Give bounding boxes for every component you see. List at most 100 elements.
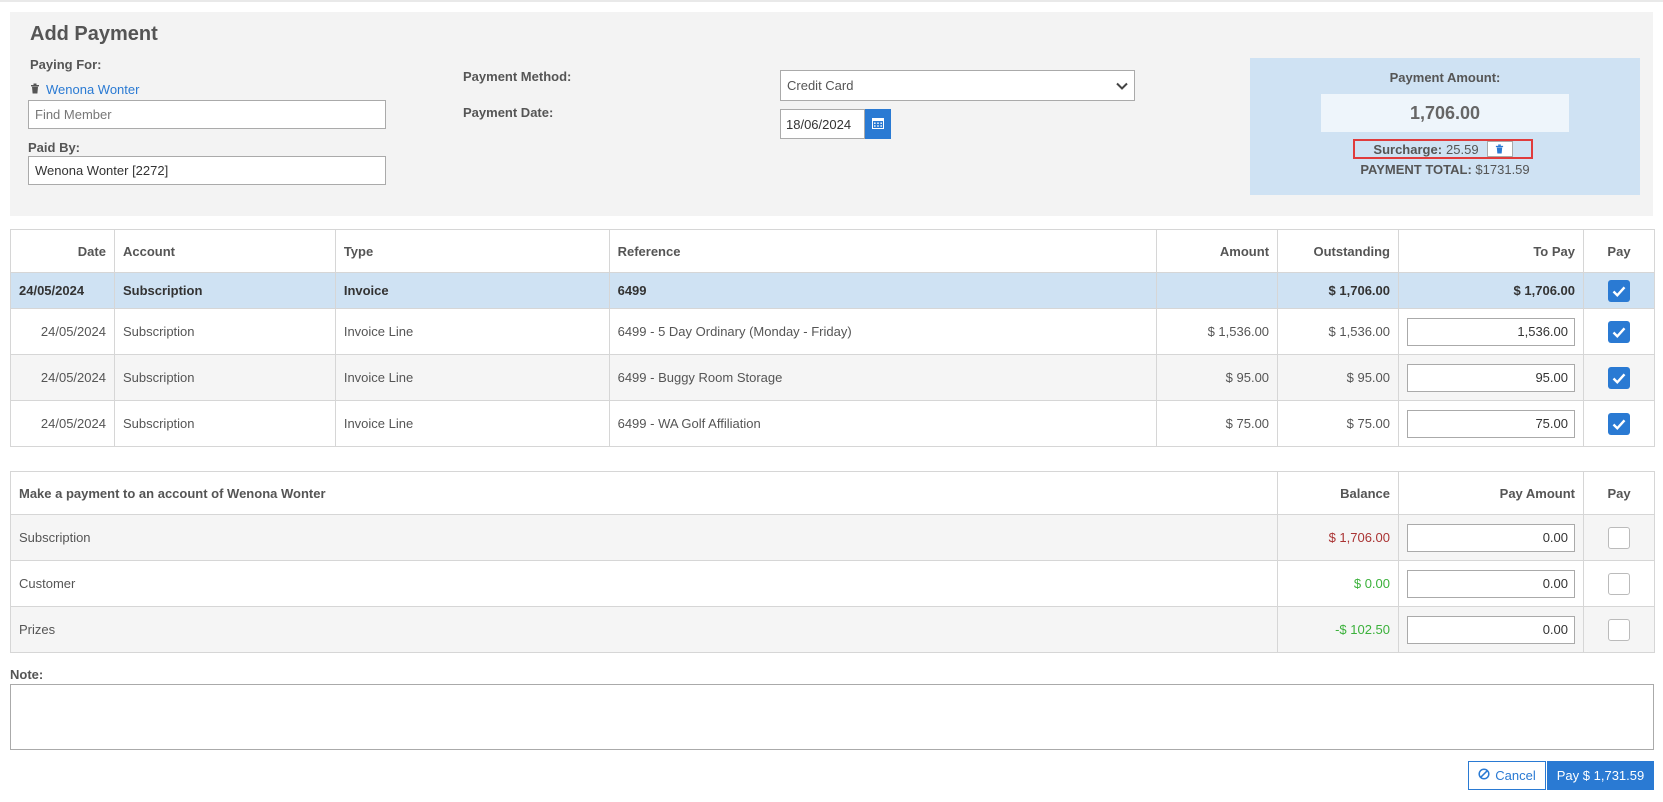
line-date: 24/05/2024 — [10, 354, 115, 401]
paid-by-input[interactable] — [28, 156, 386, 185]
account-payment-table: Make a payment to an account of Wenona W… — [9, 471, 1655, 653]
line-reference: 6499 - Buggy Room Storage — [608, 354, 1158, 401]
line-amount: $ 95.00 — [1156, 354, 1279, 401]
table-row[interactable]: Prizes -$ 102.50 — [9, 606, 1655, 653]
payment-header-panel: Add Payment Paying For: Wenona Wonter Pa… — [10, 12, 1653, 216]
col-type[interactable]: Type — [334, 229, 610, 273]
table-row[interactable]: 24/05/2024 Subscription Invoice Line 649… — [10, 400, 1655, 447]
line-outstanding: $ 1,536.00 — [1277, 308, 1399, 355]
col-account-name: Make a payment to an account of Wenona W… — [9, 471, 1279, 515]
table-row[interactable]: 24/05/2024 Subscription Invoice Line 649… — [10, 354, 1655, 401]
line-to-pay-cell — [1398, 400, 1584, 447]
note-textarea[interactable] — [10, 684, 1654, 750]
invoice-account: Subscription — [113, 272, 336, 309]
invoice-outstanding: $ 1,706.00 — [1277, 272, 1399, 309]
account-pay-checkbox[interactable] — [1608, 526, 1630, 549]
chevron-down-icon — [1116, 78, 1128, 93]
line-account: Subscription — [113, 400, 336, 447]
pay-label: Pay $ 1,731.59 — [1556, 768, 1645, 783]
invoice-to-pay: $ 1,706.00 — [1398, 272, 1584, 309]
line-type: Invoice Line — [334, 308, 610, 355]
top-divider — [0, 0, 1663, 2]
payment-amount-label: Payment Amount: — [1389, 70, 1501, 85]
line-type: Invoice Line — [334, 354, 610, 401]
col-amount[interactable]: Amount — [1156, 229, 1279, 273]
line-to-pay-cell — [1398, 308, 1584, 355]
col-outstanding[interactable]: Outstanding — [1277, 229, 1399, 273]
to-pay-input[interactable] — [1407, 363, 1575, 392]
cancel-button[interactable]: Cancel — [1468, 761, 1546, 790]
checkmark-icon — [1612, 372, 1626, 384]
paying-for-member[interactable]: Wenona Wonter — [30, 82, 139, 97]
line-outstanding: $ 75.00 — [1277, 400, 1399, 447]
calendar-button[interactable] — [865, 109, 891, 139]
col-to-pay[interactable]: To Pay — [1398, 229, 1584, 273]
page-title: Add Payment — [30, 23, 158, 45]
col-reference[interactable]: Reference — [608, 229, 1158, 273]
table-row[interactable]: Subscription $ 1,706.00 — [9, 514, 1655, 561]
line-pay-cell — [1583, 354, 1655, 401]
payment-date-input[interactable]: 18/06/2024 — [780, 109, 865, 139]
table-row[interactable]: 24/05/2024 Subscription Invoice Line 649… — [10, 308, 1655, 355]
account-name: Customer — [9, 560, 1279, 607]
payment-date-label: Payment Date: — [463, 105, 554, 120]
account-pay-checkbox[interactable] — [1608, 572, 1630, 595]
account-pay-cell — [1583, 514, 1655, 561]
pay-amount-input[interactable] — [1407, 615, 1576, 644]
line-date: 24/05/2024 — [10, 400, 115, 447]
line-account: Subscription — [113, 308, 336, 355]
ban-icon — [1478, 768, 1490, 783]
payment-method-label: Payment Method: — [463, 69, 572, 84]
line-reference: 6499 - WA Golf Affiliation — [608, 400, 1158, 447]
col-account[interactable]: Account — [113, 229, 336, 273]
line-pay-checkbox[interactable] — [1608, 412, 1630, 435]
invoice-date: 24/05/2024 — [10, 272, 115, 309]
payment-method-select[interactable]: Credit Card — [780, 70, 1135, 101]
calendar-icon — [872, 117, 884, 132]
line-date: 24/05/2024 — [10, 308, 115, 355]
invoice-pay-cell — [1583, 272, 1655, 309]
remove-surcharge-button[interactable] — [1486, 141, 1513, 157]
col-date[interactable]: Date — [10, 229, 115, 273]
checkmark-icon — [1612, 285, 1626, 297]
col-pay-amount: Pay Amount — [1398, 471, 1585, 515]
checkmark-icon — [1612, 326, 1626, 338]
pay-amount-cell — [1398, 606, 1585, 653]
cancel-label: Cancel — [1495, 768, 1536, 783]
invoice-pay-checkbox[interactable] — [1608, 279, 1630, 302]
account-pay-checkbox[interactable] — [1608, 618, 1630, 641]
line-amount: $ 75.00 — [1156, 400, 1279, 447]
payment-amount-value[interactable]: 1,706.00 — [1321, 94, 1569, 132]
invoice-table: Date Account Type Reference Amount Outst… — [10, 229, 1655, 447]
line-pay-checkbox[interactable] — [1608, 366, 1630, 389]
payment-total-label: PAYMENT TOTAL: — [1360, 162, 1472, 177]
pay-button[interactable]: Pay $ 1,731.59 — [1547, 761, 1654, 790]
table-row[interactable]: Customer $ 0.00 — [9, 560, 1655, 607]
pay-amount-input[interactable] — [1407, 569, 1576, 598]
line-type: Invoice Line — [334, 400, 610, 447]
invoice-amount — [1156, 272, 1279, 309]
paid-by-label: Paid By: — [28, 140, 81, 155]
trash-icon — [1495, 142, 1504, 157]
invoice-type: Invoice — [334, 272, 610, 309]
invoice-row[interactable]: 24/05/2024 Subscription Invoice 6499 $ 1… — [10, 272, 1655, 309]
col-pay[interactable]: Pay — [1583, 229, 1655, 273]
line-amount: $ 1,536.00 — [1156, 308, 1279, 355]
line-pay-checkbox[interactable] — [1608, 320, 1630, 343]
to-pay-input[interactable] — [1407, 409, 1575, 438]
surcharge-label: Surcharge: — [1373, 141, 1443, 157]
pay-amount-cell — [1398, 514, 1585, 561]
to-pay-input[interactable] — [1407, 317, 1575, 346]
invoice-table-header: Date Account Type Reference Amount Outst… — [10, 229, 1655, 273]
account-balance: $ 0.00 — [1277, 560, 1400, 607]
line-account: Subscription — [113, 354, 336, 401]
member-name-link[interactable]: Wenona Wonter — [46, 82, 139, 97]
pay-amount-input[interactable] — [1407, 523, 1576, 552]
find-member-input[interactable] — [28, 100, 386, 129]
payment-total-value: $1731.59 — [1475, 162, 1530, 177]
surcharge-value: 25.59 — [1446, 141, 1479, 157]
checkmark-icon — [1612, 418, 1626, 430]
trash-icon[interactable] — [30, 82, 40, 97]
payment-amount-box: Payment Amount: 1,706.00 Surcharge: 25.5… — [1250, 58, 1640, 195]
paying-for-label: Paying For: — [30, 57, 102, 72]
